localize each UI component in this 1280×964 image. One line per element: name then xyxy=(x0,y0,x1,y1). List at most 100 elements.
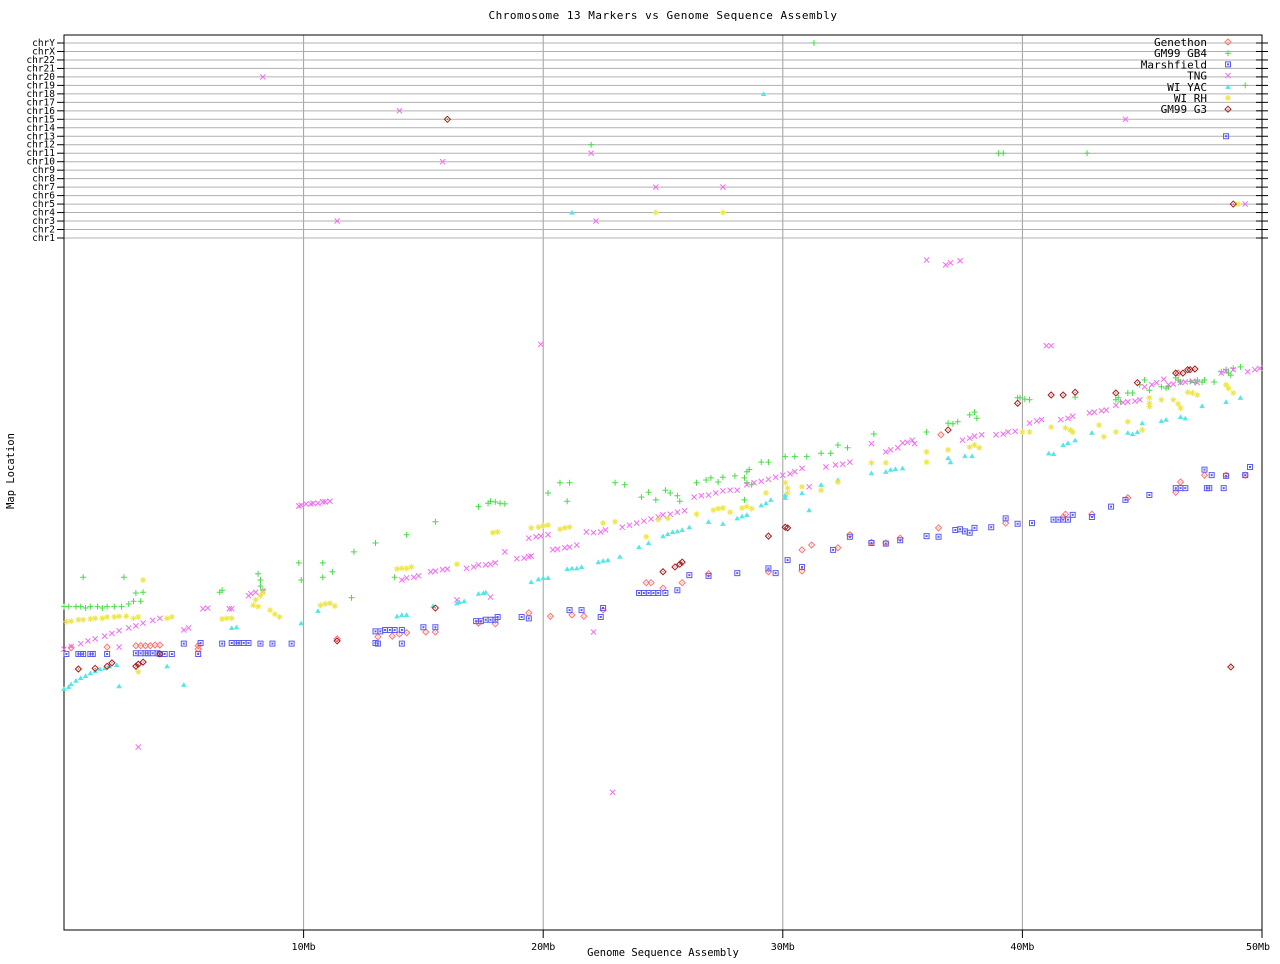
data-point xyxy=(727,487,734,494)
data-point xyxy=(388,632,396,640)
data-point xyxy=(1000,150,1007,157)
data-point xyxy=(573,565,580,571)
data-point xyxy=(545,531,551,538)
data-point xyxy=(372,539,379,546)
data-point xyxy=(461,598,467,604)
data-point xyxy=(561,544,568,551)
data-point xyxy=(818,487,825,494)
data-point xyxy=(317,602,324,609)
data-point xyxy=(664,515,671,522)
data-point xyxy=(652,496,659,503)
data-point xyxy=(549,546,556,553)
data-point xyxy=(894,444,901,451)
data-point xyxy=(993,431,999,438)
data-point xyxy=(130,598,137,605)
data-point xyxy=(899,440,906,446)
data-point xyxy=(686,524,693,530)
data-point xyxy=(937,431,945,439)
data-point xyxy=(1048,424,1055,431)
data-point xyxy=(1163,417,1169,422)
x-axis-label: Genome Sequence Assembly xyxy=(587,947,739,959)
data-point xyxy=(827,450,834,457)
data-point xyxy=(870,431,877,438)
data-point xyxy=(87,670,94,676)
data-point xyxy=(1050,516,1057,523)
data-point xyxy=(1182,485,1189,492)
data-point xyxy=(533,533,539,540)
legend-label: GM99 G3 xyxy=(1161,103,1207,116)
y-axis-label: Map Location xyxy=(5,433,17,509)
data-point xyxy=(578,564,585,570)
data-point xyxy=(640,518,647,525)
data-point xyxy=(566,544,573,551)
data-point xyxy=(487,561,494,568)
data-point xyxy=(382,626,389,633)
data-point xyxy=(554,546,561,553)
data-point xyxy=(595,559,602,565)
data-point xyxy=(1146,492,1153,499)
data-point xyxy=(947,259,954,266)
legend: GenethonGM99 GB4MarshfieldTNGWI YACWI RH… xyxy=(1141,36,1232,116)
data-point xyxy=(739,513,745,519)
data-point xyxy=(674,587,681,594)
x-tick-label: 20Mb xyxy=(531,942,555,953)
data-point xyxy=(521,555,527,561)
data-point xyxy=(250,602,257,609)
data-point xyxy=(1112,429,1119,436)
data-point xyxy=(719,209,726,216)
data-point xyxy=(1124,418,1131,425)
data-point xyxy=(535,524,542,531)
series-gm99-gb4 xyxy=(61,40,1249,612)
data-point xyxy=(130,615,137,622)
data-point xyxy=(667,511,674,518)
data-point xyxy=(168,613,175,620)
data-point xyxy=(1089,430,1095,435)
data-point xyxy=(1148,381,1155,388)
data-point xyxy=(1026,396,1033,403)
data-point xyxy=(399,612,405,617)
data-point xyxy=(518,613,525,620)
data-point xyxy=(806,507,812,513)
data-point xyxy=(1194,392,1201,399)
data-point xyxy=(758,459,765,466)
data-point xyxy=(636,589,643,596)
data-point xyxy=(947,459,954,465)
data-point xyxy=(645,489,652,496)
data-point xyxy=(269,640,276,647)
data-point xyxy=(583,529,590,535)
data-point xyxy=(1230,365,1237,372)
data-point xyxy=(923,459,930,466)
data-point xyxy=(633,520,640,527)
data-point xyxy=(945,455,951,461)
data-point xyxy=(267,607,274,614)
data-point xyxy=(636,544,642,550)
data-point xyxy=(1103,407,1110,414)
data-point xyxy=(798,483,805,490)
data-point xyxy=(952,526,959,533)
data-point xyxy=(432,518,439,525)
data-point xyxy=(765,459,772,466)
data-point xyxy=(1050,451,1057,457)
data-point xyxy=(1112,402,1119,409)
data-point xyxy=(1184,389,1191,396)
data-point xyxy=(791,453,798,460)
data-point xyxy=(140,620,147,627)
data-point xyxy=(882,459,889,466)
y-axis-chrom-label: chr1 xyxy=(32,233,55,244)
data-point xyxy=(315,608,321,613)
chart-root: chrY chrX chr22 chr21 chr20 chr19 chr18 chr17 ch… xyxy=(0,0,1280,960)
data-point xyxy=(564,566,570,572)
data-point xyxy=(1242,82,1249,89)
data-point xyxy=(1048,342,1055,349)
data-point xyxy=(758,502,765,508)
data-point xyxy=(228,639,235,646)
data-point xyxy=(482,561,489,568)
data-point xyxy=(957,526,964,533)
data-point xyxy=(276,613,283,620)
data-point xyxy=(1158,418,1165,424)
data-point xyxy=(259,589,266,596)
data-point xyxy=(427,568,434,575)
scatter-plot: chrYchrXchr22chr21chr20chr19chr18chr17ch… xyxy=(5,9,1270,959)
data-point xyxy=(1072,437,1078,443)
data-point xyxy=(1038,416,1045,423)
